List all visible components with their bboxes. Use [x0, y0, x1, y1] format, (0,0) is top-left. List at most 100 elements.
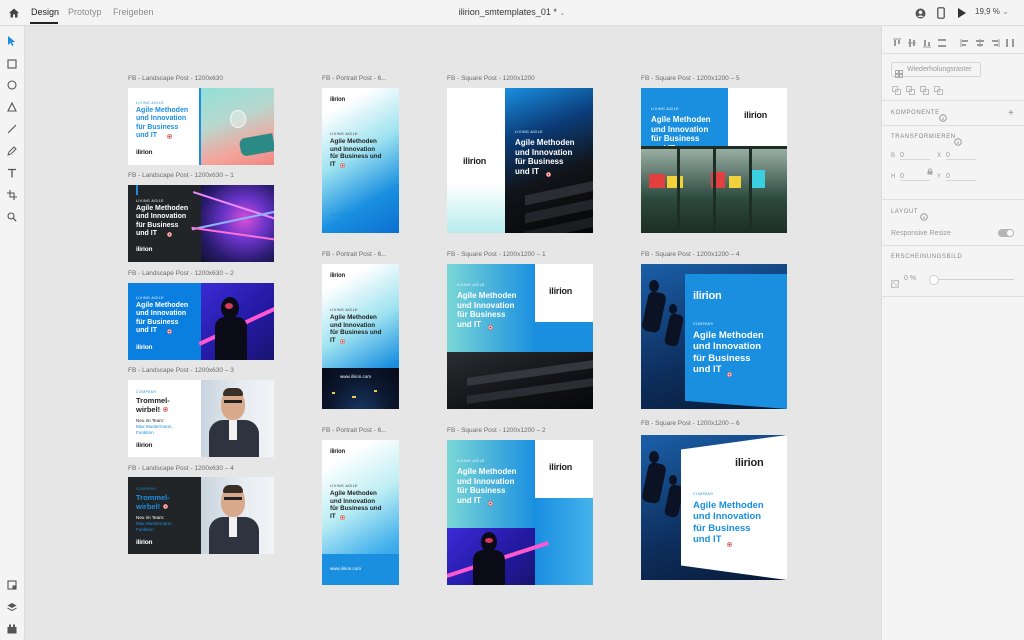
target-icon	[546, 172, 551, 177]
artboard-landscape-0[interactable]: LIVING AGILE Agile Methoden und Innovati…	[128, 88, 274, 165]
align-top-icon[interactable]	[892, 35, 902, 53]
artboard-square-1[interactable]: LIVING AGILE Agile Methoden und Innovati…	[447, 264, 593, 409]
kicker: COMPANY	[693, 492, 714, 496]
artboard-label[interactable]: FB - Portrait Post - 6...	[322, 427, 387, 434]
artboard-label[interactable]: FB - Landscape Post - 1200x630 – 4	[128, 465, 234, 472]
opacity-value[interactable]: 0 %	[904, 275, 916, 282]
user-icon[interactable]	[915, 6, 926, 24]
line-icon[interactable]	[7, 121, 17, 139]
distribute-horizontal-icon[interactable]	[1005, 35, 1015, 53]
responsive-resize-toggle[interactable]	[998, 229, 1014, 237]
design-canvas[interactable]: FB - Landscape Post - 1200x630 LIVING AG…	[25, 26, 881, 640]
ilirion-logo: ilirion	[136, 246, 153, 253]
align-bottom-icon[interactable]	[922, 35, 932, 53]
artboard-landscape-4[interactable]: COMPANY Trommel- wirbel! Neu im Team: Ma…	[128, 477, 274, 554]
photo-lightbulb	[200, 88, 274, 165]
align-left-icon[interactable]	[960, 35, 970, 53]
artboard-label[interactable]: FB - Landscape Post - 1200x630 – 1	[128, 172, 234, 179]
artboard-label[interactable]: FB - Landscape Post - 1200x630 – 3	[128, 367, 234, 374]
chevron-down-icon[interactable]: ⌄	[559, 10, 565, 17]
appearance-section-title: ERSCHEINUNGSBILD	[891, 254, 963, 260]
add-component-icon[interactable]: +	[1008, 108, 1014, 119]
x-input[interactable]: 0	[946, 152, 976, 160]
rectangle-icon[interactable]	[7, 56, 17, 74]
website-url: www.ilirion.com	[340, 374, 372, 379]
align-right-icon[interactable]	[990, 35, 1000, 53]
opacity-slider-handle[interactable]	[929, 275, 939, 285]
headline: Agile Methoden und Innovation für Busine…	[515, 138, 575, 176]
artboard-label[interactable]: FB - Portrait Post - 6...	[322, 251, 387, 258]
artboard-label[interactable]: FB - Landscape Post - 1200x630 – 2	[128, 270, 234, 277]
info-icon[interactable]	[920, 208, 928, 226]
kicker: LIVING AGILE	[330, 308, 358, 312]
artboard-square-6[interactable]: ilirion COMPANY Agile Methoden und Innov…	[641, 435, 787, 580]
ilirion-logo: ilirion	[136, 149, 153, 156]
artboard-label[interactable]: FB - Portrait Post - 6...	[322, 75, 387, 82]
artboard-portrait-0[interactable]: ilirion LIVING AGILE Agile Methoden und …	[322, 88, 399, 233]
pen-icon[interactable]	[7, 143, 17, 161]
zoom-icon[interactable]	[7, 209, 17, 227]
ilirion-logo: ilirion	[693, 290, 722, 302]
artboard-square-5[interactable]: LIVING AGILE Agile Methoden und Innovati…	[641, 88, 787, 233]
headline: Agile Methoden und Innovation für Busine…	[693, 330, 764, 376]
artboard-label[interactable]: FB - Landscape Post - 1200x630	[128, 75, 223, 82]
artboard-label[interactable]: FB - Square Post - 1200x1200 – 6	[641, 420, 740, 427]
artboard-label[interactable]: FB - Square Post - 1200x1200	[447, 75, 535, 82]
target-icon	[340, 163, 345, 168]
artboard-square-2[interactable]: LIVING AGILE Agile Methoden und Innovati…	[447, 440, 593, 585]
artboard-label[interactable]: FB - Square Post - 1200x1200 – 5	[641, 75, 740, 82]
mobile-device-icon[interactable]	[937, 6, 945, 24]
ilirion-logo: ilirion	[136, 442, 153, 449]
document-title-text: ilirion_smtemplates_01 *	[458, 7, 557, 17]
artboard-label[interactable]: FB - Square Post - 1200x1200 – 1	[447, 251, 546, 258]
select-arrow-icon[interactable]	[7, 34, 17, 52]
boolean-exclude-icon[interactable]	[934, 82, 943, 100]
text-icon[interactable]	[7, 165, 17, 183]
ilirion-logo: ilirion	[549, 462, 573, 472]
boolean-intersect-icon[interactable]	[920, 82, 929, 100]
zoom-level[interactable]: 19,9 % ⌄	[975, 7, 1009, 16]
y-label: Y	[937, 174, 942, 180]
divider	[882, 296, 1024, 297]
artboard-landscape-1[interactable]: LIVING AGILE Agile Methoden und Innovati…	[128, 185, 274, 262]
zoom-chevron-icon: ⌄	[1002, 7, 1009, 16]
artboard-icon[interactable]	[7, 187, 17, 205]
info-icon[interactable]	[954, 133, 962, 151]
align-center-icon[interactable]	[975, 35, 985, 53]
artboard-label[interactable]: FB - Square Post - 1200x1200 – 2	[447, 427, 546, 434]
artboard-square-4[interactable]: ilirion COMPANY Agile Methoden und Innov…	[641, 264, 787, 409]
width-input[interactable]: 0	[900, 152, 930, 160]
artboard-landscape-3[interactable]: COMPANY Trommel- wirbel! Neu im Team: Ma…	[128, 380, 274, 457]
photo-portrait	[201, 380, 274, 457]
document-title[interactable]: ilirion_smtemplates_01 * ⌄	[0, 7, 1024, 17]
boolean-add-icon[interactable]	[892, 82, 901, 100]
height-input[interactable]: 0	[900, 173, 930, 181]
artboard-square-0[interactable]: ilirion LIVING AGILE Agile Methoden und …	[447, 88, 593, 233]
photo-modern-office	[641, 146, 787, 233]
play-icon[interactable]	[957, 6, 967, 24]
align-middle-icon[interactable]	[907, 35, 917, 53]
ilirion-logo: ilirion	[549, 286, 573, 296]
opacity-slider-track[interactable]	[930, 279, 1014, 280]
artboard-landscape-2[interactable]: LIVING AGILE Agile Methoden und Innovati…	[128, 283, 274, 360]
plugins-icon[interactable]	[7, 621, 17, 639]
repeat-grid-button[interactable]: Wiederholungsraster	[891, 62, 981, 78]
target-icon	[727, 542, 732, 547]
kicker: LIVING AGILE	[457, 283, 485, 287]
headline: Agile Methoden und Innovation für Busine…	[330, 314, 382, 344]
kicker: LIVING AGILE	[330, 484, 358, 488]
distribute-vertical-icon[interactable]	[937, 35, 947, 53]
assets-icon[interactable]	[7, 577, 17, 595]
ellipse-icon[interactable]	[7, 77, 17, 95]
boolean-subtract-icon[interactable]	[906, 82, 915, 100]
triangle-icon[interactable]	[7, 99, 17, 117]
y-input[interactable]: 0	[946, 173, 976, 181]
ilirion-logo: ilirion	[330, 273, 345, 279]
layers-icon[interactable]	[7, 599, 17, 617]
subline-name: Max Mustermann, Funktion	[136, 424, 173, 435]
divider	[882, 245, 1024, 246]
artboard-label[interactable]: FB - Square Post - 1200x1200 – 4	[641, 251, 740, 258]
artboard-portrait-1[interactable]: ilirion LIVING AGILE Agile Methoden und …	[322, 264, 399, 409]
artboard-portrait-2[interactable]: ilirion LIVING AGILE Agile Methoden und …	[322, 440, 399, 585]
divider	[882, 53, 1024, 54]
